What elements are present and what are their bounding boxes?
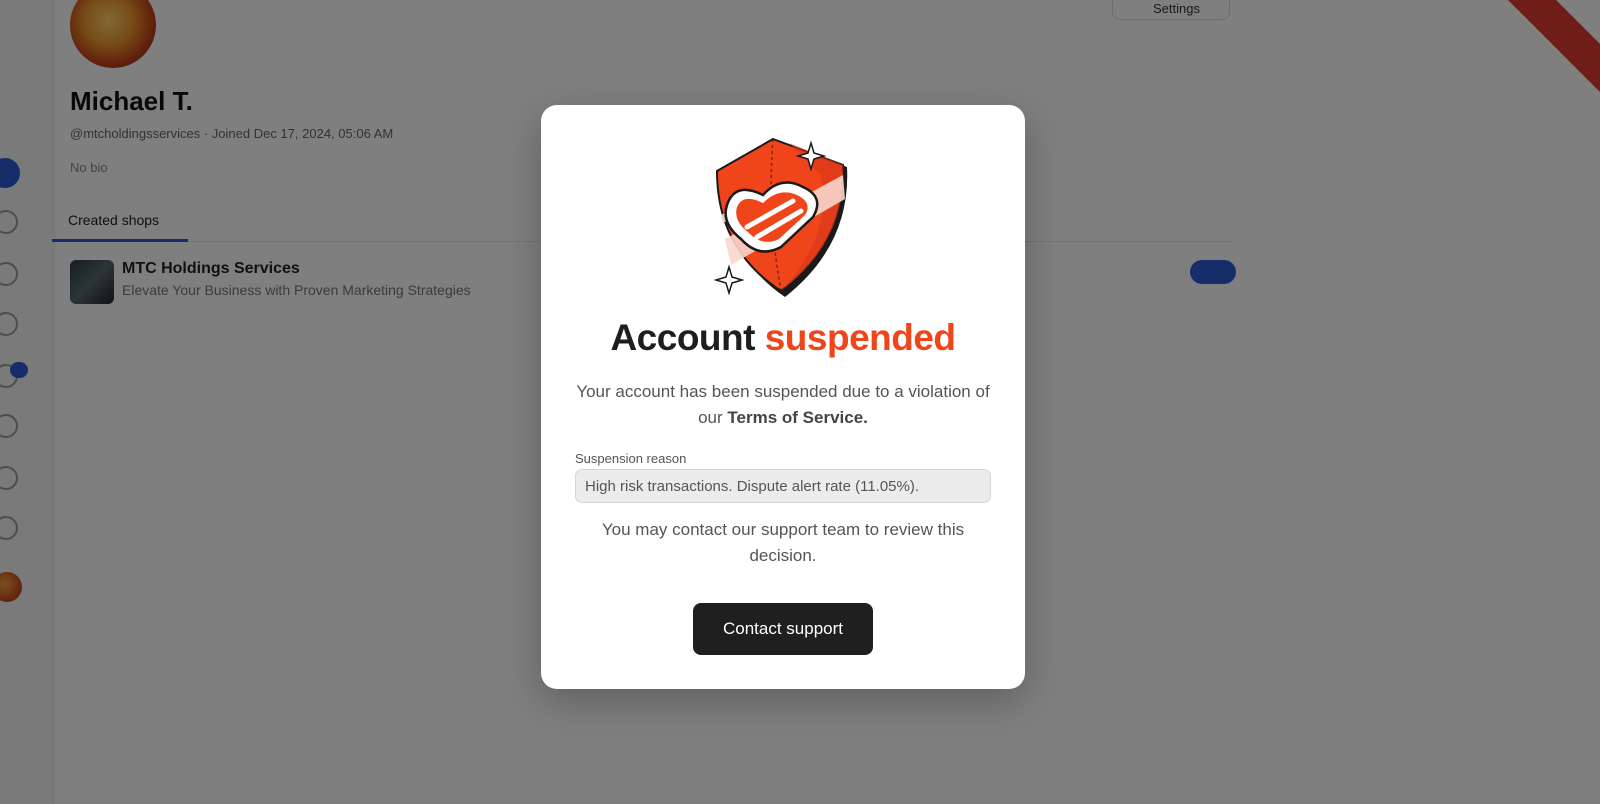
modal-note: You may contact our support team to revi… <box>601 520 965 565</box>
suspension-reason-field: High risk transactions. Dispute alert ra… <box>575 469 991 503</box>
suspension-reason-label: Suspension reason <box>575 451 687 466</box>
shield-icon <box>701 135 865 305</box>
suspension-modal: Account suspended Your account has been … <box>541 105 1025 689</box>
title-prefix: Account <box>610 317 755 358</box>
title-accent: suspended <box>764 317 956 358</box>
modal-description: Your account has been suspended due to a… <box>571 379 995 431</box>
contact-support-button[interactable]: Contact support <box>693 603 873 655</box>
terms-of-service-link[interactable]: Terms of Service. <box>727 408 867 427</box>
modal-title: Account suspended <box>541 317 1025 359</box>
